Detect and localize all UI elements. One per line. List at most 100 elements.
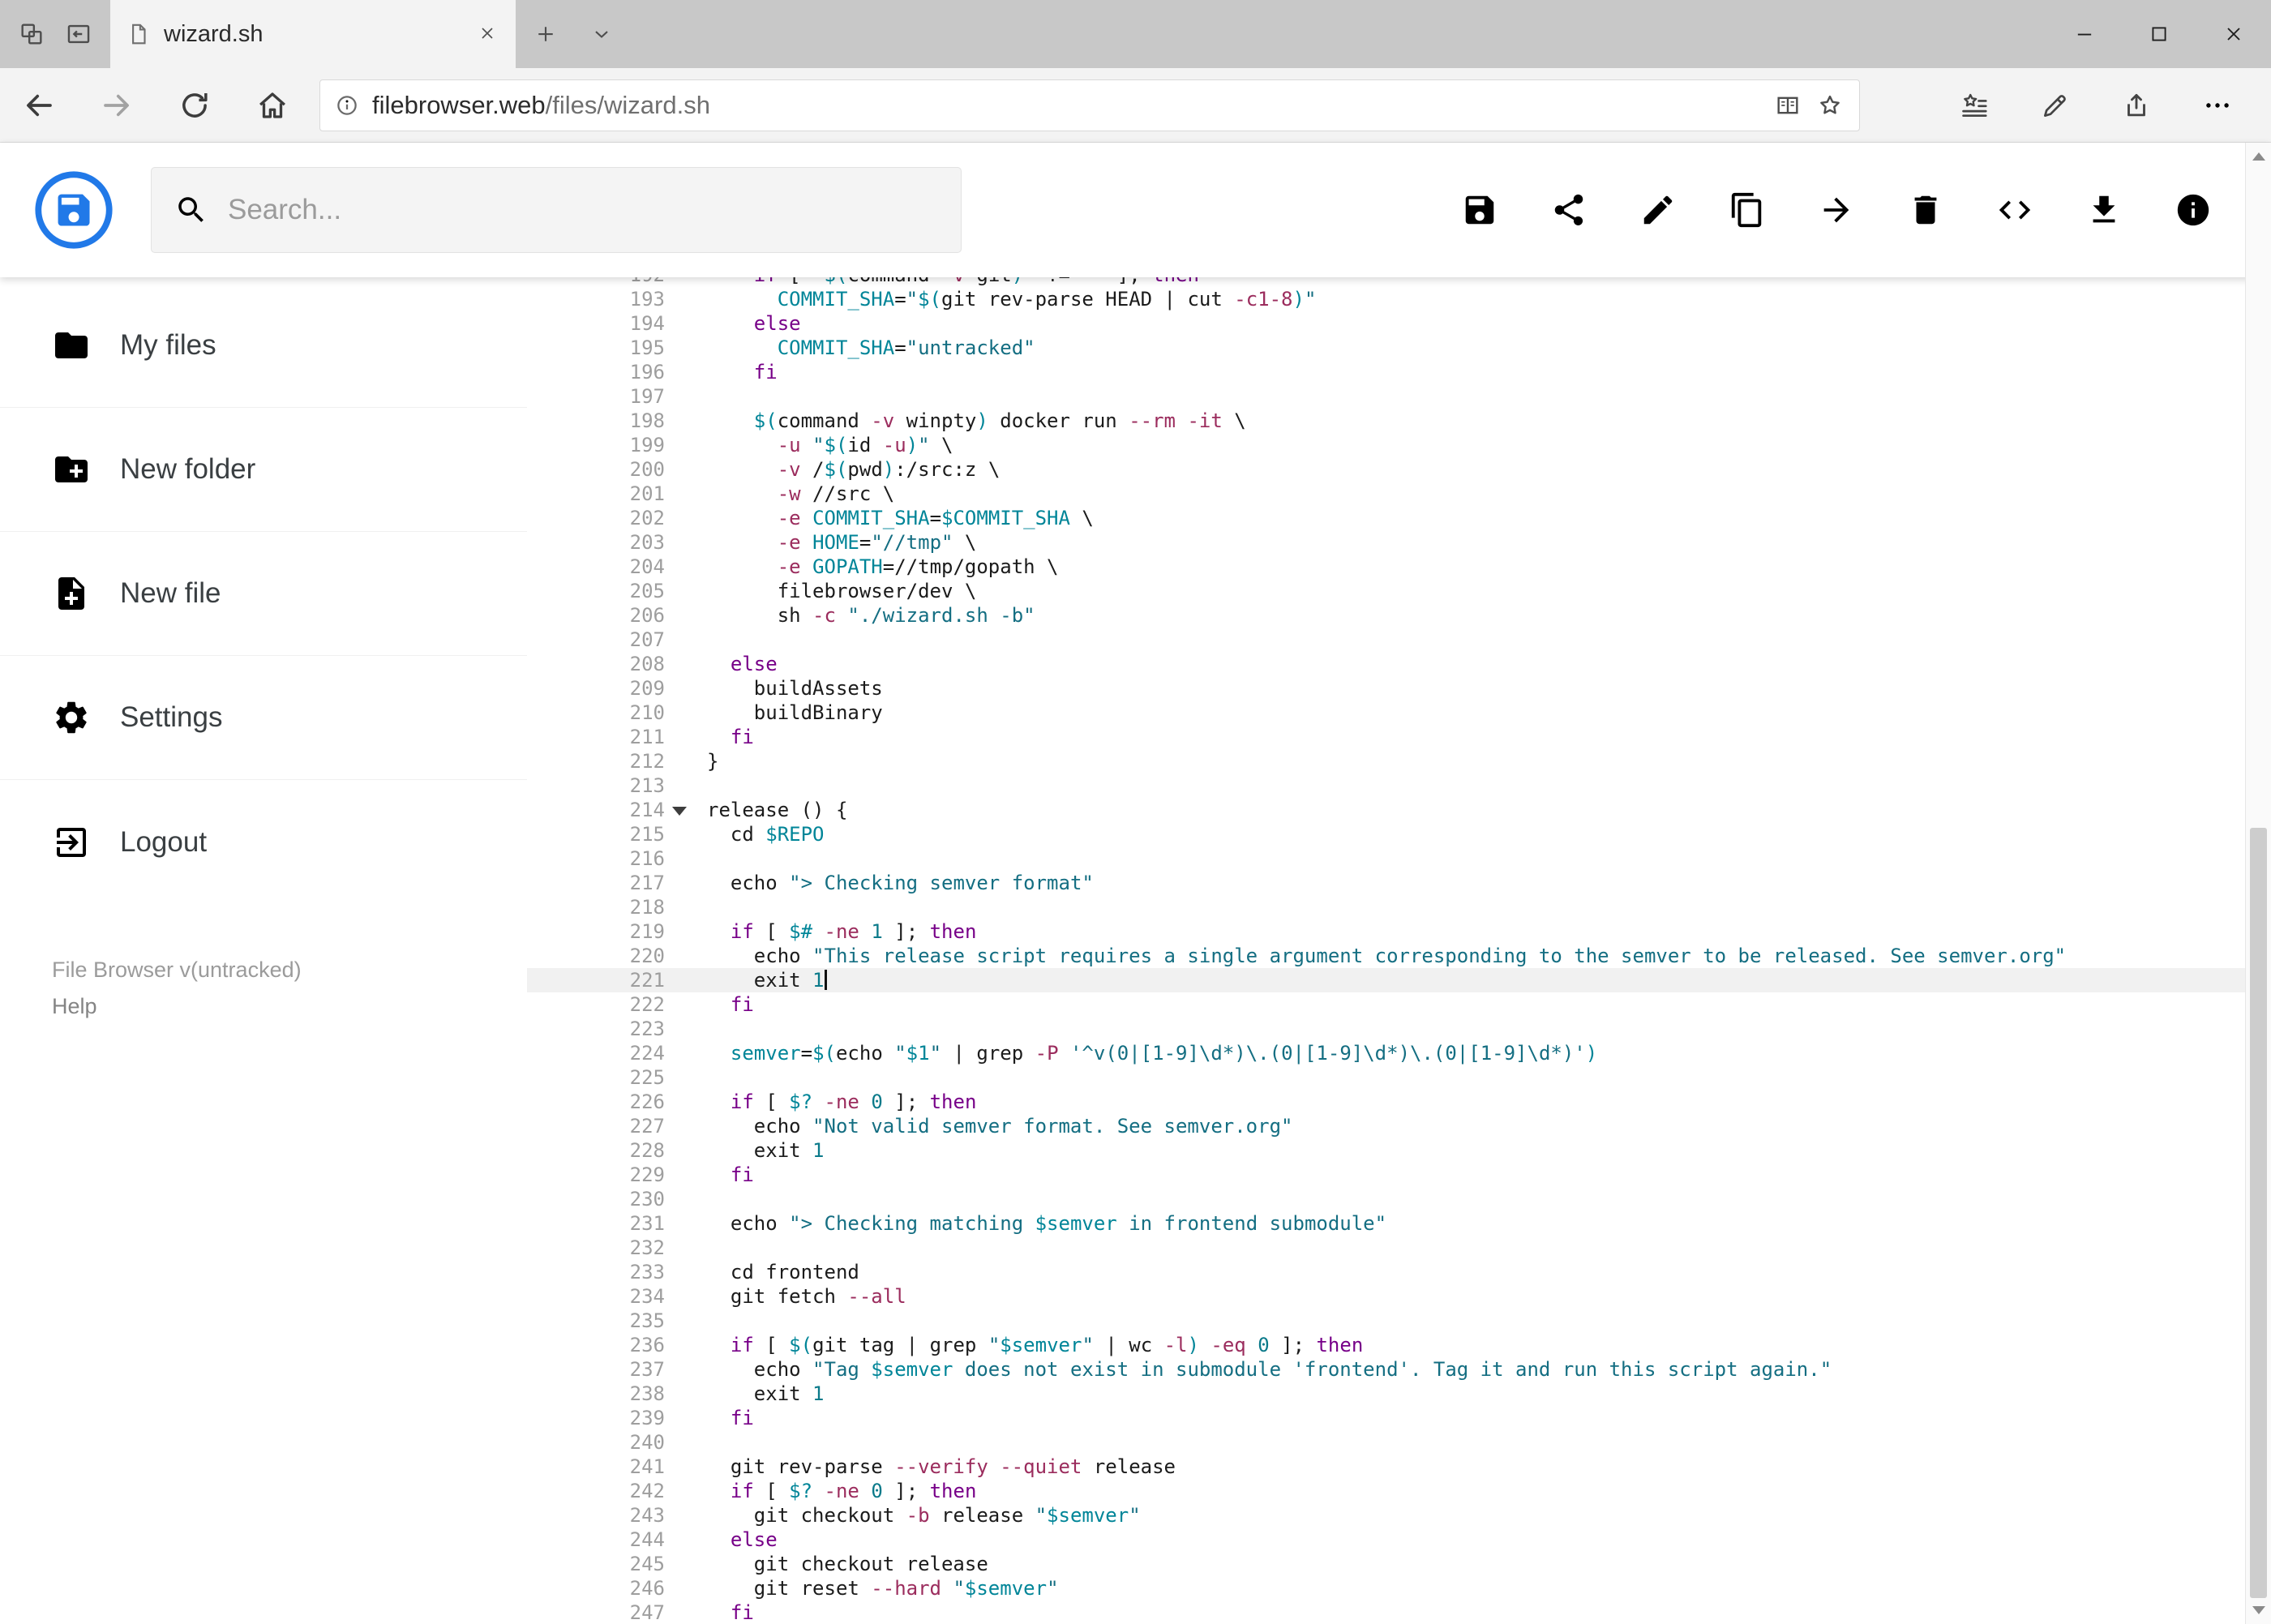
code-line: 229 fi [527, 1163, 2271, 1187]
download-button[interactable] [2085, 191, 2123, 229]
search-input[interactable] [228, 194, 938, 226]
code-line: 232 [527, 1236, 2271, 1260]
code-text: git checkout -b release "$semver" [707, 1504, 1141, 1527]
browser-actions [1934, 68, 2258, 143]
code-line: 204 -e GOPATH=//tmp/gopath \ [527, 555, 2271, 579]
code-text: echo "> Checking semver format" [707, 872, 1094, 894]
hub-favorites-button[interactable] [1934, 68, 2015, 143]
url-text: filebrowser.web/files/wizard.sh [372, 91, 710, 120]
url-path: /files/wizard.sh [545, 90, 710, 119]
floppy-logo-icon [35, 171, 113, 249]
code-text: echo "This release script requires a sin… [707, 945, 2067, 967]
filebrowser-logo[interactable] [34, 170, 114, 250]
sidebar-item-label: New file [120, 577, 221, 609]
site-info-icon[interactable] [335, 93, 359, 118]
line-number: 204 [629, 555, 665, 578]
fold-marker [665, 1138, 707, 1163]
share-page-button[interactable] [2096, 68, 2177, 143]
code-line: 242 if [ $? -ne 0 ]; then [527, 1479, 2271, 1503]
fold-marker [665, 384, 707, 409]
line-number: 228 [629, 1139, 665, 1162]
fold-marker [665, 652, 707, 676]
page-favicon-icon [126, 22, 151, 46]
line-number: 206 [629, 604, 665, 627]
code-editor[interactable]: 192 if [ "$(command -v git)" != "" ]; th… [527, 277, 2271, 1624]
sidebar-items: My files New folder New file Settings Logout [0, 284, 527, 904]
web-note-button[interactable] [2015, 68, 2096, 143]
back-button[interactable] [0, 68, 78, 143]
new-tab-button[interactable] [516, 0, 576, 68]
move-button[interactable] [1817, 191, 1856, 229]
delete-button[interactable] [1906, 191, 1945, 229]
code-line: 246 git reset --hard "$semver" [527, 1576, 2271, 1600]
line-number: 243 [629, 1504, 665, 1527]
line-number: 226 [629, 1091, 665, 1113]
line-number: 244 [629, 1528, 665, 1551]
tabs-youve-set-aside-button[interactable] [8, 0, 55, 68]
reading-view-button[interactable] [1773, 91, 1802, 120]
save-button[interactable] [1460, 191, 1499, 229]
line-number: 212 [629, 750, 665, 773]
more-options-button[interactable] [2177, 68, 2258, 143]
tab-list-dropdown-button[interactable] [576, 0, 628, 68]
code-line: 231 echo "> Checking matching $semver in… [527, 1211, 2271, 1236]
reading-view-icon [1774, 92, 1802, 119]
fold-marker [665, 1600, 707, 1624]
sidebar-item-new-file[interactable]: New file [0, 532, 527, 656]
code-line: 216 [527, 846, 2271, 871]
code-line: 215 cd $REPO [527, 822, 2271, 846]
code-text: buildBinary [707, 701, 883, 724]
rename-button[interactable] [1639, 191, 1678, 229]
browser-tab[interactable]: wizard.sh [110, 0, 516, 68]
info-button[interactable] [2174, 191, 2213, 229]
fold-marker [665, 1576, 707, 1600]
fold-marker [665, 895, 707, 919]
page-scrollbar[interactable] [2245, 143, 2271, 1624]
hub-icon [1959, 90, 1990, 121]
code-text: fi [730, 726, 754, 748]
code-text: semver=$(echo "$1" | grep -P '^v(0|[1-9]… [730, 1042, 1598, 1065]
sidebar-item-new-folder[interactable]: New folder [0, 408, 527, 532]
line-number: 235 [629, 1309, 665, 1332]
app-version-label: File Browser v(untracked) [52, 958, 302, 982]
code-text: -e COMMIT_SHA=$COMMIT_SHA \ [777, 507, 1094, 529]
add-favorite-button[interactable] [1815, 91, 1845, 120]
maximize-button[interactable] [2122, 0, 2196, 68]
code-line: 192 if [ "$(command -v git)" != "" ]; th… [527, 277, 2271, 287]
code-text: cd $REPO [707, 823, 825, 846]
sidebar-item-logout[interactable]: Logout [0, 780, 527, 904]
set-tabs-aside-button[interactable] [55, 0, 102, 68]
share-button[interactable] [1549, 191, 1588, 229]
scrollbar-thumb[interactable] [2250, 828, 2267, 1598]
fold-marker[interactable] [665, 798, 707, 822]
search-bar[interactable] [151, 167, 962, 253]
scroll-down-button[interactable] [2246, 1596, 2271, 1624]
text-cursor [824, 970, 827, 990]
close-window-button[interactable] [2196, 0, 2271, 68]
refresh-button[interactable] [156, 68, 234, 143]
save-icon [1461, 191, 1498, 229]
code-line: 240 [527, 1430, 2271, 1455]
forward-button[interactable] [78, 68, 156, 143]
fold-marker [665, 1114, 707, 1138]
fold-marker [665, 1260, 707, 1284]
sidebar-item-settings[interactable]: Settings [0, 656, 527, 780]
scroll-up-button[interactable] [2246, 143, 2271, 170]
code-line: 195 COMMIT_SHA="untracked" [527, 336, 2271, 360]
tab-close-button[interactable] [475, 22, 499, 46]
source-button[interactable] [1995, 191, 2034, 229]
code-text: echo "> Checking matching $semver in fro… [707, 1212, 1387, 1235]
help-link[interactable]: Help [52, 994, 527, 1019]
home-button[interactable] [234, 68, 311, 143]
line-number: 237 [629, 1358, 665, 1381]
minimize-button[interactable] [2047, 0, 2122, 68]
address-bar[interactable]: filebrowser.web/files/wizard.sh [319, 79, 1860, 131]
code-line: 205 filebrowser/dev \ [527, 579, 2271, 603]
line-number: 238 [629, 1382, 665, 1405]
copy-button[interactable] [1728, 191, 1767, 229]
share-icon [1550, 191, 1588, 229]
code-line: 238 exit 1 [527, 1382, 2271, 1406]
code-line: 235 [527, 1309, 2271, 1333]
new-folder-icon [52, 450, 91, 489]
sidebar-item-my-files[interactable]: My files [0, 284, 527, 408]
